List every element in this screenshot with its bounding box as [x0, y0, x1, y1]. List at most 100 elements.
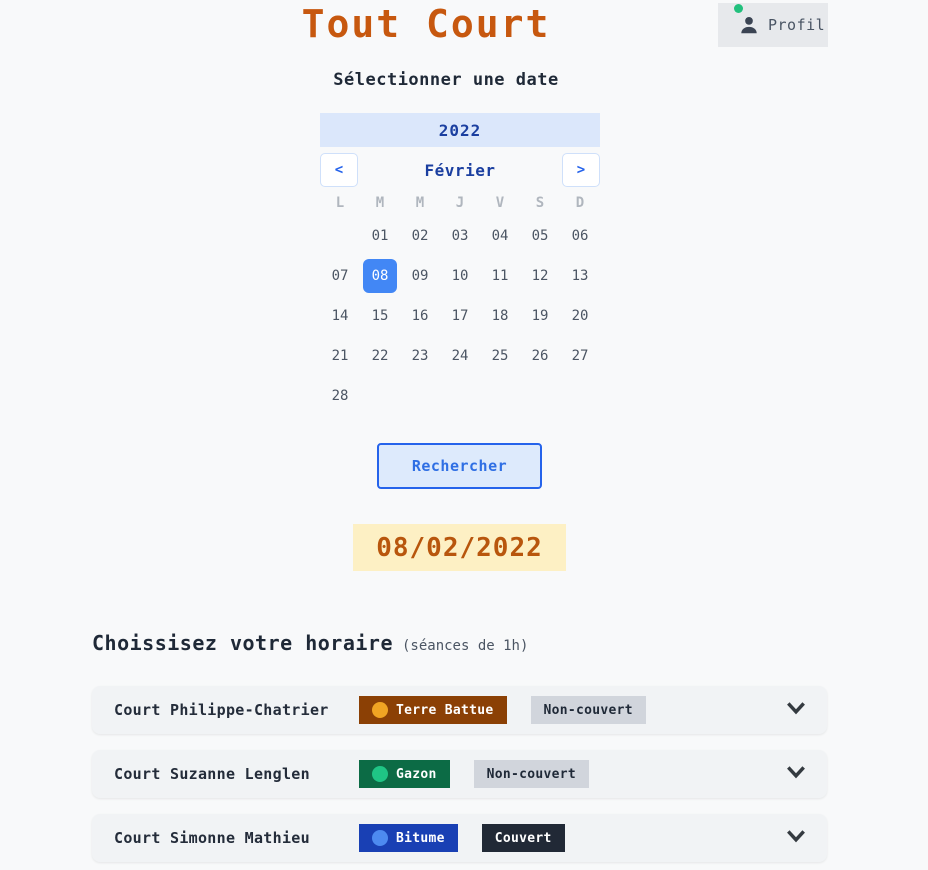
calendar-month-label: Février — [424, 160, 496, 180]
calendar-day-label: 12 — [531, 268, 549, 284]
calendar-day-label: 25 — [491, 348, 509, 364]
court-name: Court Philippe-Chatrier — [114, 701, 329, 719]
calendar-day-label: 13 — [571, 268, 589, 284]
calendar-day-label: 17 — [451, 308, 469, 324]
schedule-subtitle: (séances de 1h) — [401, 638, 529, 654]
calendar-day-14[interactable]: 14 — [320, 296, 360, 336]
calendar-day-24[interactable]: 24 — [440, 336, 480, 376]
surface-badge-label: Bitume — [396, 830, 445, 846]
calendar-day-label: 04 — [491, 228, 509, 244]
calendar-day-label: 06 — [571, 228, 589, 244]
profile-button[interactable]: Profil — [718, 3, 828, 47]
calendar-day-label: 21 — [331, 348, 349, 364]
calendar-day-label: 07 — [331, 268, 349, 284]
calendar-day-03[interactable]: 03 — [440, 216, 480, 256]
calendar-day-label: 03 — [451, 228, 469, 244]
calendar-weekday-0: L — [335, 195, 345, 211]
app-root: Tout Court Profil Sélectionner une date … — [0, 0, 928, 870]
calendar-year: 2022 — [320, 113, 600, 147]
calendar-day-17[interactable]: 17 — [440, 296, 480, 336]
next-month-button[interactable]: > — [562, 153, 600, 187]
court-name: Court Simonne Mathieu — [114, 829, 310, 847]
calendar-grid: L M M J V S D 01 02 03 04 05 06 07 08 09 10 11 12 13 14 15 16 1… — [320, 190, 600, 416]
calendar-day-label: 16 — [411, 308, 429, 324]
calendar-day-label: 15 — [371, 308, 389, 324]
surface-badge-label: Gazon — [396, 766, 437, 782]
calendar-day-05[interactable]: 05 — [520, 216, 560, 256]
calendar-day-label: 23 — [411, 348, 429, 364]
surface-badge-label: Terre Battue — [396, 702, 494, 718]
calendar-day-label: 11 — [491, 268, 509, 284]
calendar-day-23[interactable]: 23 — [400, 336, 440, 376]
prev-month-button[interactable]: < — [320, 153, 358, 187]
calendar-day-07[interactable]: 07 — [320, 256, 360, 296]
calendar-day-label: 20 — [571, 308, 589, 324]
calendar-weekday-5: S — [535, 195, 545, 211]
calendar-day-label: 01 — [371, 228, 389, 244]
search-button[interactable]: Rechercher — [377, 443, 542, 489]
calendar-day-13[interactable]: 13 — [560, 256, 600, 296]
calendar-day-label: 09 — [411, 268, 429, 284]
chevron-down-icon[interactable] — [783, 823, 809, 853]
calendar-day-19[interactable]: 19 — [520, 296, 560, 336]
surface-badge: Terre Battue — [359, 696, 507, 724]
date-picker-subtitle: Sélectionner une date — [333, 70, 559, 90]
calendar-day-15[interactable]: 15 — [360, 296, 400, 336]
profile-button-label: Profil — [768, 16, 826, 34]
calendar-day-label: 27 — [571, 348, 589, 364]
calendar-day-11[interactable]: 11 — [480, 256, 520, 296]
person-icon — [741, 17, 757, 34]
calendar-day-label: 05 — [531, 228, 549, 244]
calendar-day-26[interactable]: 26 — [520, 336, 560, 376]
calendar-day-21[interactable]: 21 — [320, 336, 360, 376]
calendar-day-09[interactable]: 09 — [400, 256, 440, 296]
court-card[interactable]: Court Philippe-Chatrier Terre Battue Non-c… — [92, 686, 827, 734]
calendar-day-08[interactable]: 08 — [360, 256, 400, 296]
date-picker: 2022 < Février > L M M J V S D 01 02 03 04 05 06 07 08… — [320, 113, 600, 416]
schedule-title: Choissisez votre horaire — [92, 631, 393, 655]
calendar-day-label: 22 — [371, 348, 389, 364]
calendar-weekday-2: M — [415, 195, 425, 211]
calendar-day-01[interactable]: 01 — [360, 216, 400, 256]
chevron-down-icon[interactable] — [783, 695, 809, 725]
calendar-weekday-1: M — [375, 195, 385, 211]
schedule-header: Choissisez votre horaire (séances de 1h) — [92, 631, 528, 655]
calendar-day-18[interactable]: 18 — [480, 296, 520, 336]
calendar-weekday-3: J — [455, 195, 465, 211]
chevron-down-icon[interactable] — [783, 759, 809, 789]
calendar-day-label: 26 — [531, 348, 549, 364]
calendar-day-27[interactable]: 27 — [560, 336, 600, 376]
cover-badge: Non-couvert — [473, 760, 590, 788]
calendar-day-10[interactable]: 10 — [440, 256, 480, 296]
cover-badge: Non-couvert — [530, 696, 646, 724]
calendar-day-label: 02 — [411, 228, 429, 244]
calendar-day-28[interactable]: 28 — [320, 376, 360, 416]
calendar-day-25[interactable]: 25 — [480, 336, 520, 376]
calendar-day-label: 24 — [451, 348, 469, 364]
calendar-day-12[interactable]: 12 — [520, 256, 560, 296]
court-card[interactable]: Court Suzanne Lenglen Gazon Non-couvert — [92, 750, 827, 798]
surface-color-icon — [372, 702, 388, 718]
calendar-day-22[interactable]: 22 — [360, 336, 400, 376]
calendar-month-row: < Février > — [320, 150, 600, 190]
calendar-day-label: 10 — [451, 268, 469, 284]
surface-color-icon — [372, 830, 388, 846]
court-card[interactable]: Court Simonne Mathieu Bitume Couvert — [92, 814, 827, 862]
surface-color-icon — [372, 766, 388, 782]
calendar-weekday-4: V — [495, 195, 505, 211]
calendar-day-label: 19 — [531, 308, 549, 324]
calendar-day-04[interactable]: 04 — [480, 216, 520, 256]
calendar-day-label: 18 — [491, 308, 509, 324]
calendar-day-blank — [320, 216, 360, 256]
calendar-day-20[interactable]: 20 — [560, 296, 600, 336]
calendar-weekday-6: D — [575, 195, 585, 211]
online-status-dot — [734, 4, 743, 13]
surface-badge: Gazon — [359, 760, 450, 788]
cover-badge: Couvert — [481, 824, 565, 852]
calendar-day-label: 28 — [331, 388, 349, 404]
calendar-day-06[interactable]: 06 — [560, 216, 600, 256]
calendar-day-16[interactable]: 16 — [400, 296, 440, 336]
court-list: Court Philippe-Chatrier Terre Battue Non-c… — [92, 686, 827, 870]
calendar-day-label: 14 — [331, 308, 349, 324]
calendar-day-02[interactable]: 02 — [400, 216, 440, 256]
